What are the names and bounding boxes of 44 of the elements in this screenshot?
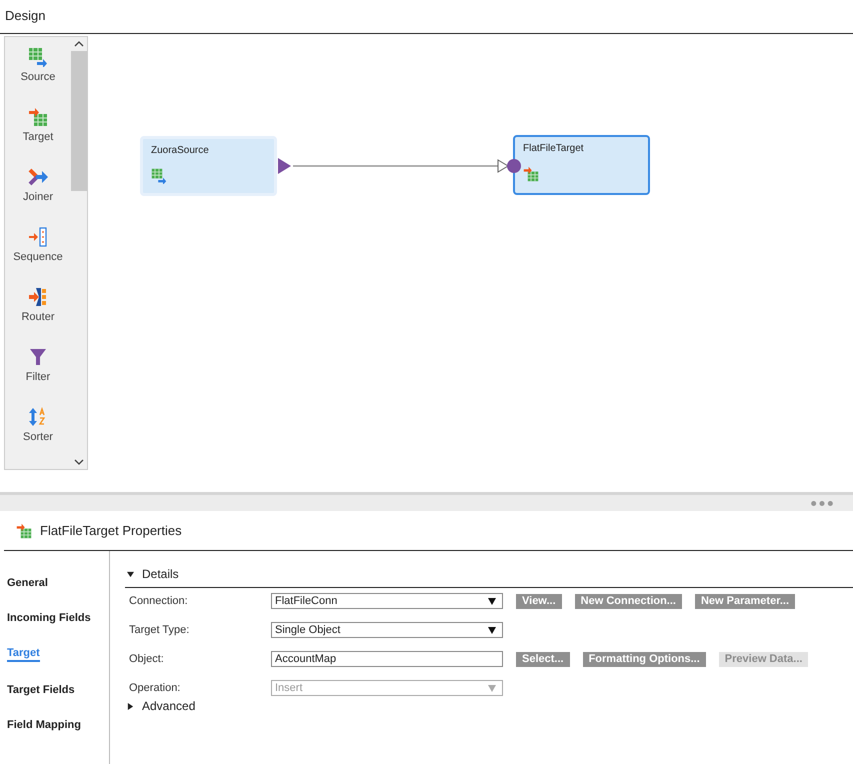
palette-item[interactable]: Sorter: [23, 407, 53, 443]
grid-arrow-icon: [151, 168, 167, 184]
funnel-icon: [28, 347, 48, 367]
expand-icon[interactable]: [127, 570, 134, 578]
palette-item[interactable]: Source: [20, 47, 56, 83]
input-port[interactable]: [507, 159, 521, 173]
arrow-grid-icon: [16, 522, 32, 538]
palette-item[interactable]: Target: [22, 107, 54, 143]
nav-tab[interactable]: Incoming Fields: [7, 612, 91, 625]
palette-item[interactable]: Joiner: [23, 167, 53, 203]
expand-icon[interactable]: [127, 702, 134, 710]
numbered-list-icon: [28, 227, 48, 247]
field-label: Connection:: [129, 595, 189, 607]
dropdown[interactable]: FlatFileConn: [271, 593, 503, 609]
palette-item[interactable]: Filter: [26, 347, 50, 383]
input-field[interactable]: AccountMap: [271, 651, 503, 667]
sort-icon: [28, 407, 48, 427]
dropdown[interactable]: Single Object: [271, 622, 503, 638]
transformation-node[interactable]: FlatFileTarget: [513, 135, 650, 195]
caret-icon: [488, 684, 496, 692]
nav-tab[interactable]: Field Mapping: [7, 719, 81, 732]
merge-arrow-icon: [28, 167, 48, 187]
field-label: Target Type:: [129, 624, 190, 636]
scroll-thumb[interactable]: [71, 51, 87, 191]
scroll-down-icon[interactable]: [74, 459, 84, 465]
properties-title: FlatFileTarget Properties: [40, 523, 182, 538]
panel-title: Design: [0, 0, 853, 34]
section-header[interactable]: Advanced: [142, 699, 196, 713]
section-header[interactable]: Details: [142, 567, 179, 581]
scroll-up-icon[interactable]: [74, 41, 84, 47]
palette-item[interactable]: Router: [21, 287, 55, 323]
nav-tab[interactable]: Target Fields: [7, 684, 75, 697]
transformation-node[interactable]: ZuoraSource: [140, 136, 277, 196]
arrow-grid-icon: [28, 107, 48, 127]
router-icon: [28, 287, 48, 307]
caret-icon: [488, 626, 496, 634]
field-label: Object:: [129, 653, 165, 665]
arrow-grid-icon: [523, 166, 539, 182]
grid-arrow-icon: [28, 47, 48, 67]
nav-tab[interactable]: General: [7, 577, 48, 590]
caret-icon: [488, 598, 496, 604]
field-label: Operation:: [129, 682, 182, 694]
palette-item[interactable]: Sequence: [13, 227, 63, 263]
nav-tab[interactable]: Target: [7, 647, 40, 662]
